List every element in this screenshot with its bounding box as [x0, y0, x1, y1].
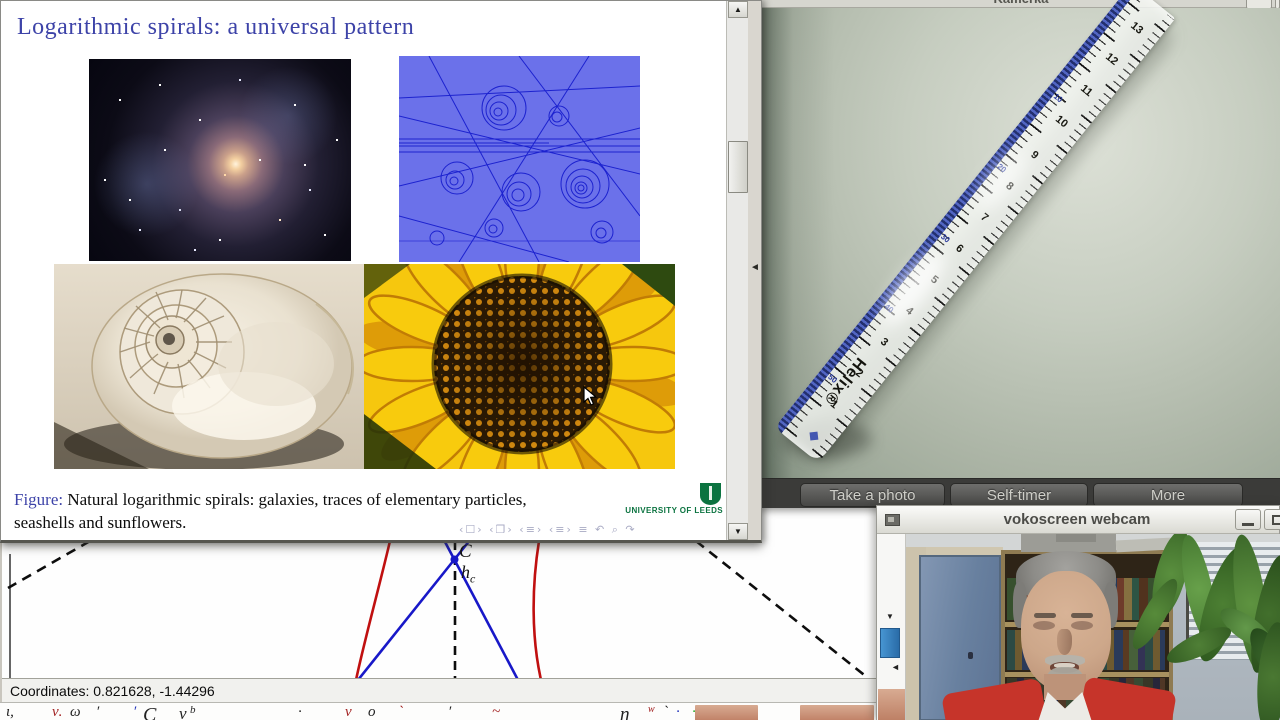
person-eye	[1033, 621, 1055, 630]
maximize-button[interactable]	[1264, 509, 1280, 530]
coordinates-statusbar: Coordinates: 0.821628, -1.44296	[2, 678, 879, 702]
math-fragment: ′	[96, 704, 100, 720]
math-fragment: w	[648, 704, 655, 715]
photo-fragment	[878, 689, 905, 720]
scroll-up-button[interactable]: ▲	[728, 1, 748, 18]
camera-window-title: Kamerka	[762, 0, 1280, 6]
math-fragment: ~	[492, 704, 501, 720]
background-window-fragment: ▼ ◄	[877, 534, 906, 720]
webcam-titlebar[interactable]: vokoscreen webcam	[877, 506, 1280, 534]
slide-title: Logarithmic spirals: a universal pattern	[17, 14, 415, 40]
math-fragment: `	[663, 704, 668, 720]
camera-titlebar[interactable]: Kamerka	[762, 0, 1280, 8]
plot-height-label: hc	[461, 562, 476, 586]
maximize-icon	[1271, 514, 1280, 525]
math-fragment: v	[179, 704, 187, 720]
self-timer-button[interactable]: Self-timer	[950, 483, 1088, 507]
math-fragment: C	[143, 704, 157, 720]
math-fragment: ν	[345, 704, 352, 720]
math-fragment: ′	[133, 704, 137, 720]
sunflower-image	[364, 264, 675, 469]
coordinates-text: Coordinates: 0.821628, -1.44296	[10, 682, 215, 699]
minimize-button[interactable]	[1235, 509, 1261, 530]
scroll-down-icon: ▼	[734, 527, 742, 536]
person-eyebrow	[1071, 613, 1093, 618]
scroll-down-icon[interactable]: ▼	[886, 612, 894, 621]
camera-button-bar: Take a photo Self-timer More	[762, 478, 1280, 508]
math-fragment: ′	[448, 704, 452, 720]
math-fragment: ν.	[52, 704, 63, 720]
scene-papers	[1056, 534, 1096, 542]
math-fragment: ·	[298, 704, 302, 720]
webcam-video	[906, 534, 1280, 720]
scrollbar-thumb[interactable]	[880, 628, 900, 658]
math-fragment: ·	[676, 704, 680, 720]
spiral-galaxy-image	[89, 59, 351, 261]
person-eyebrow	[1034, 613, 1056, 618]
math-fragment: b	[190, 704, 196, 716]
scroll-left-icon[interactable]: ◄	[891, 662, 900, 672]
scene-door-lock	[968, 652, 973, 659]
pdf-viewer-window: Logarithmic spirals: a universal pattern	[0, 0, 762, 543]
math-fragment: `	[398, 704, 403, 720]
webcam-window: vokoscreen webcam ▼ ◄	[876, 505, 1280, 720]
screen: ι,ν.ω′′Cvb·νo`′~ηw`··· C hc Coordinates:…	[0, 0, 1280, 720]
scroll-up-icon: ▲	[734, 5, 742, 14]
camera-viewfinder: 5040302010 12345678910111213 Helix®	[762, 0, 1280, 478]
pdf-scrollbar[interactable]: ▲ ▼	[726, 1, 748, 540]
photo-fragment	[695, 705, 758, 720]
math-fragment: η	[620, 704, 630, 720]
mouse-cursor	[583, 386, 598, 406]
math-fragment: ι,	[6, 704, 14, 720]
caption-label: Figure:	[14, 490, 64, 509]
ruler-logo-mark	[809, 431, 819, 441]
background-document-window: ι,ν.ω′′Cvb·νo`′~ηw`···	[0, 702, 905, 720]
window-icon	[885, 514, 900, 526]
take-photo-button[interactable]: Take a photo	[800, 483, 945, 507]
more-button[interactable]: More	[1093, 483, 1243, 507]
person-face	[1021, 571, 1111, 693]
nautilus-shell-image	[54, 264, 364, 469]
webcam-window-title: vokoscreen webcam	[1003, 511, 1151, 528]
beamer-navigation-icons[interactable]: ‹☐› ‹❐› ‹≡› ‹≡› ≡ ↶ ⌕ ↷	[459, 523, 719, 537]
photo-fragment	[800, 705, 874, 720]
scrollbar-thumb[interactable]	[728, 141, 748, 193]
minimize-icon	[1242, 523, 1254, 526]
university-of-leeds-logo-text: UNIVERSITY OF LEEDS	[625, 506, 723, 515]
math-fragment: ω	[70, 704, 81, 720]
person-nose	[1057, 629, 1072, 655]
math-fragment: o	[368, 704, 376, 720]
plot-point-label: C	[459, 541, 472, 562]
collapse-panel-icon[interactable]: ◄	[750, 262, 760, 273]
person-eye	[1071, 621, 1093, 630]
camera-app-window: Kamerka 5040302010 12345678910111213	[762, 0, 1280, 508]
scroll-down-button[interactable]: ▼	[728, 523, 748, 540]
university-of-leeds-logo-icon	[700, 483, 721, 505]
particle-tracks-image	[399, 56, 640, 262]
